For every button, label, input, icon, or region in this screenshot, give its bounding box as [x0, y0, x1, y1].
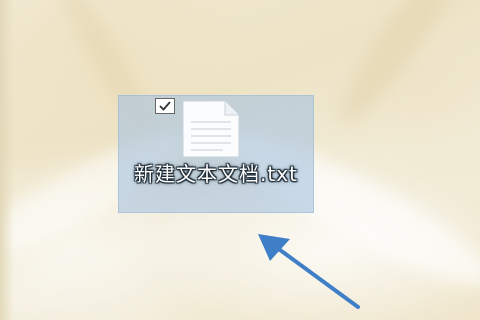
- wallpaper-edge: [0, 0, 14, 320]
- pointer-arrow-icon: [250, 225, 370, 319]
- wallpaper-streak: [326, 0, 474, 134]
- file-name-label: 新建文本文档.txt: [134, 162, 298, 186]
- desktop-file-item[interactable]: 新建文本文档.txt: [118, 95, 314, 213]
- desktop-background: 新建文本文档.txt: [0, 0, 480, 320]
- checkbox-icon[interactable]: [155, 98, 175, 114]
- text-document-icon: [177, 100, 243, 158]
